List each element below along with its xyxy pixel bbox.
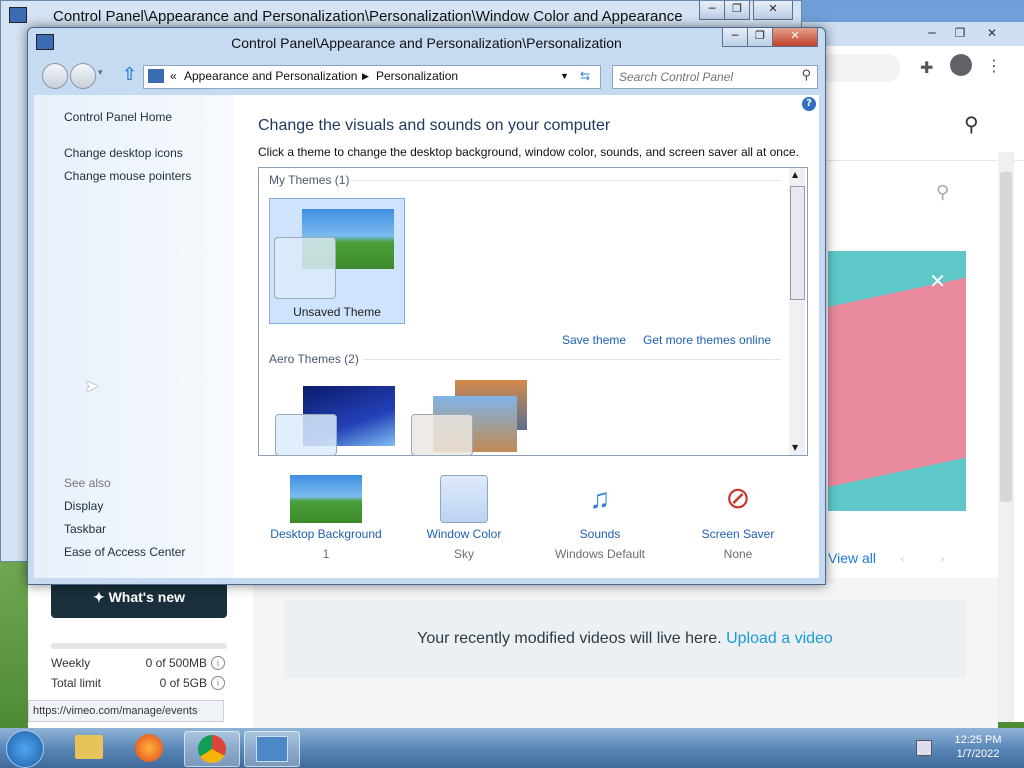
search-box[interactable]: ⚲ [612, 65, 818, 89]
change-desktop-icons-link[interactable]: Change desktop icons [64, 146, 183, 160]
recent-pages-icon[interactable]: ▾ [98, 68, 103, 78]
browser-status-bar: https://vimeo.com/manage/events [28, 700, 224, 722]
close-icon[interactable]: ✕ [929, 269, 946, 293]
scroll-thumb[interactable] [790, 186, 805, 300]
chrome-icon[interactable] [184, 731, 240, 767]
theme-card-aero-windows[interactable] [273, 382, 397, 456]
recent-videos-empty: Your recently modified videos will live … [284, 600, 966, 678]
change-mouse-pointers-link[interactable]: Change mouse pointers [64, 169, 191, 183]
browser-close-button[interactable]: ✕ [978, 24, 1006, 42]
refresh-icon[interactable]: ⇆ [580, 69, 590, 83]
scroll-down-icon[interactable]: ▼ [792, 443, 798, 452]
control-panel-taskbar-icon[interactable] [244, 731, 300, 767]
network-icon[interactable] [916, 740, 932, 756]
scroll-up-icon[interactable]: ▲ [792, 170, 798, 179]
browser-minimize-button[interactable]: ─ [918, 24, 946, 42]
desktop-background-button[interactable]: Desktop Background 1 [266, 475, 386, 561]
chevron-left-icon[interactable]: ‹ [900, 552, 905, 566]
mouse-cursor-icon: ➤ [84, 376, 100, 397]
browser-maximize-button[interactable]: ❐ [946, 24, 974, 42]
address-bar[interactable]: « Appearance and Personalization ▶ Perso… [143, 65, 601, 89]
page-heading: Change the visuals and sounds on your co… [258, 117, 611, 134]
screen-saver-icon: ⊘ [725, 482, 751, 515]
clock[interactable]: 12:25 PM 1/7/2022 [940, 733, 1016, 761]
quota-total: Total limit 0 of 5GB i [51, 676, 227, 690]
theme-card-aero-landscapes[interactable] [409, 378, 533, 456]
taskbar: 12:25 PM 1/7/2022 [0, 728, 1024, 768]
left-nav-pane: Control Panel Home Change desktop icons … [34, 95, 234, 578]
close-button[interactable]: ✕ [772, 28, 818, 47]
browser-titlebar: ─ ❐ ✕ [800, 22, 1024, 46]
see-also-heading: See also [64, 476, 111, 490]
help-icon[interactable]: ? [802, 97, 816, 111]
control-panel-icon [9, 7, 27, 23]
breadcrumb-separator-icon[interactable]: ▶ [362, 71, 369, 82]
display-link[interactable]: Display [64, 499, 103, 513]
maximize-button[interactable]: ❐ [747, 28, 773, 47]
desktop-background-icon [290, 475, 362, 523]
chevron-down-icon[interactable]: ▼ [560, 71, 569, 81]
search-icon[interactable]: ⚲ [801, 68, 811, 83]
promo-card: ✕ [828, 251, 966, 511]
search-input[interactable] [617, 68, 791, 86]
chevron-right-icon[interactable]: › [940, 552, 945, 566]
menu-icon[interactable]: ⋮ [986, 56, 1002, 75]
ease-of-access-link[interactable]: Ease of Access Center [64, 545, 185, 559]
up-arrow-icon[interactable]: ⇧ [122, 64, 137, 85]
info-icon[interactable]: i [211, 656, 225, 670]
quota-bar [51, 643, 227, 649]
personalization-window: Control Panel\Appearance and Personaliza… [27, 27, 826, 585]
breadcrumb-item[interactable]: Appearance and Personalization [184, 69, 357, 83]
upload-video-link[interactable]: Upload a video [726, 630, 833, 647]
back-window-title: Control Panel\Appearance and Personaliza… [53, 8, 683, 25]
window-color-swatch [274, 237, 336, 299]
content-area: ? Control Panel Home Change desktop icon… [34, 95, 819, 578]
quota-weekly: Weekly 0 of 500MB i [51, 656, 227, 670]
info-icon[interactable]: i [211, 676, 225, 690]
breadcrumb-item[interactable]: Personalization [376, 69, 458, 83]
firefox-icon[interactable] [122, 731, 176, 765]
whats-new-button[interactable]: ✦ What's new [51, 580, 227, 618]
sparkle-icon: ✦ [92, 589, 109, 605]
get-more-themes-link[interactable]: Get more themes online [643, 333, 771, 347]
browser-toolbar: ✚ ⋮ [800, 46, 1024, 91]
themes-scrollbar[interactable]: ▲ ▼ [789, 168, 805, 455]
theme-label: Unsaved Theme [293, 305, 381, 319]
window-title: Control Panel\Appearance and Personaliza… [231, 35, 622, 51]
screen-saver-button[interactable]: ⊘ Screen Saver None [678, 475, 798, 561]
vimeo-header: ⚲ [800, 90, 1024, 161]
extensions-icon[interactable]: ✚ [920, 58, 933, 77]
taskbar-link[interactable]: Taskbar [64, 522, 106, 536]
back-button[interactable] [42, 63, 68, 89]
browser-scrollbar[interactable] [998, 152, 1014, 722]
start-button[interactable] [6, 730, 44, 768]
search-icon-secondary[interactable]: ⚲ [936, 182, 949, 203]
theme-card-unsaved[interactable]: Unsaved Theme [269, 198, 405, 324]
page-description: Click a theme to change the desktop back… [258, 145, 799, 159]
my-themes-heading: My Themes (1) [269, 173, 350, 187]
control-panel-icon [148, 69, 164, 83]
save-theme-link[interactable]: Save theme [562, 333, 626, 347]
minimize-button[interactable]: ─ [722, 28, 748, 47]
view-all-link[interactable]: View all [828, 550, 876, 566]
window-color-button[interactable]: Window Color Sky [404, 475, 524, 561]
search-icon[interactable]: ⚲ [964, 112, 979, 136]
aero-themes-heading: Aero Themes (2) [269, 352, 359, 366]
control-panel-home-link[interactable]: Control Panel Home [64, 110, 172, 124]
back-minimize-button[interactable]: ─ [699, 1, 725, 20]
profile-icon[interactable] [950, 54, 972, 76]
sounds-icon: ♫ [589, 483, 611, 514]
window-color-icon [440, 475, 488, 523]
back-close-button[interactable]: ✕ [753, 1, 793, 20]
back-maximize-button[interactable]: ❐ [724, 1, 750, 20]
themes-list: My Themes (1) Unsaved Theme Save theme G… [258, 167, 808, 456]
file-explorer-icon[interactable] [62, 731, 116, 765]
forward-button[interactable] [70, 63, 96, 89]
sounds-button[interactable]: ♫ Sounds Windows Default [540, 475, 660, 561]
